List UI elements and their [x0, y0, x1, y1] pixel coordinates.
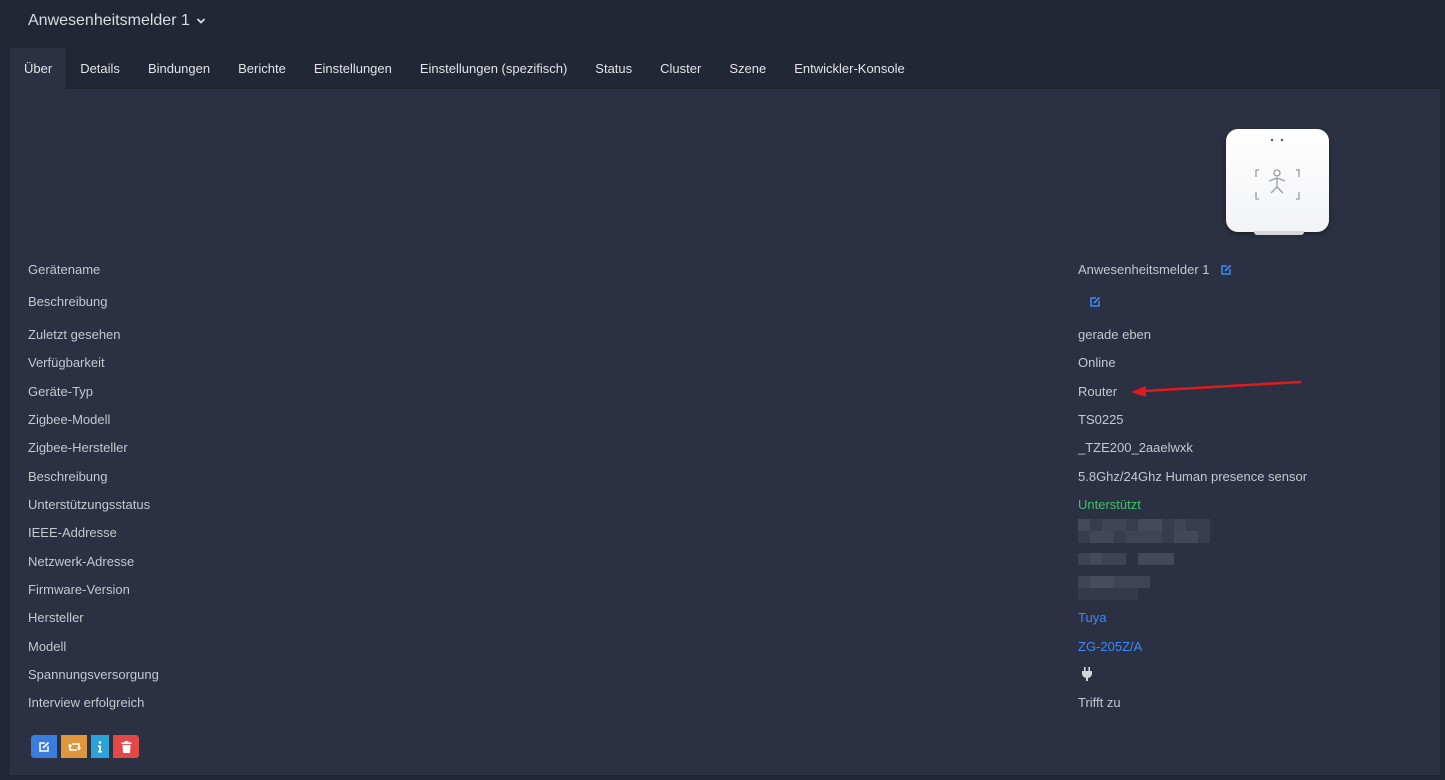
tab-dev-console[interactable]: Entwickler-Konsole: [780, 48, 919, 89]
trash-icon: [121, 740, 131, 753]
chevron-down-icon: [196, 18, 206, 24]
row-value: 5.8Ghz/24Ghz Human presence sensor: [1078, 469, 1308, 484]
tab-reports[interactable]: Berichte: [224, 48, 300, 89]
row-label: Beschreibung: [28, 294, 108, 309]
row-label: Zuletzt gesehen: [28, 327, 121, 342]
edit-icon[interactable]: [1220, 264, 1232, 276]
tab-cluster[interactable]: Cluster: [646, 48, 715, 89]
top-bar: Anwesenheitsmelder 1: [0, 0, 1445, 46]
row-label: Geräte-Typ: [28, 384, 94, 399]
plug-icon: [1082, 667, 1092, 681]
tab-status[interactable]: Status: [581, 48, 646, 89]
tab-settings[interactable]: Einstellungen: [300, 48, 406, 89]
delete-button[interactable]: [113, 735, 139, 758]
device-image-foot: [1254, 231, 1304, 235]
row-value: [1089, 296, 1101, 308]
model-link[interactable]: ZG-205Z/A: [1078, 639, 1142, 654]
redacted-value: [1078, 576, 1150, 600]
row-label: Unterstützungsstatus: [28, 497, 151, 512]
tab-scene[interactable]: Szene: [715, 48, 780, 89]
row-label: Zigbee-Hersteller: [28, 440, 128, 455]
edit-icon[interactable]: [1089, 296, 1101, 308]
tab-bar: Über Details Bindungen Berichte Einstell…: [10, 48, 1440, 89]
device-selector[interactable]: Anwesenheitsmelder 1: [28, 12, 206, 30]
tab-details[interactable]: Details: [66, 48, 134, 89]
row-value: Trifft zu: [1078, 695, 1121, 710]
row-label: IEEE-Addresse: [28, 525, 117, 540]
swap-icon: [67, 742, 81, 751]
edit-icon: [39, 741, 50, 752]
redacted-blur: [1078, 576, 1150, 600]
device-image: [1226, 129, 1329, 235]
row-label: Interview erfolgreich: [28, 695, 145, 710]
row-value: Router: [1078, 384, 1118, 399]
tab-settings-specific[interactable]: Einstellungen (spezifisch): [406, 48, 581, 89]
redacted-value: [1078, 553, 1174, 565]
row-value: TS0225: [1078, 412, 1124, 427]
row-label: Zigbee-Modell: [28, 412, 111, 427]
row-label: Netzwerk-Adresse: [28, 554, 135, 569]
row-value: _TZE200_2aaelwxk: [1078, 440, 1193, 455]
row-value: Unterstützt: [1078, 497, 1141, 512]
redacted-blur: [1078, 553, 1174, 565]
row-label: Hersteller: [28, 610, 84, 625]
row-label: Firmware-Version: [28, 582, 130, 597]
row-label: Spannungsversorgung: [28, 667, 159, 682]
row-label: Beschreibung: [28, 469, 108, 484]
manufacturer-link[interactable]: Tuya: [1078, 610, 1106, 625]
rename-button[interactable]: [31, 735, 57, 758]
row-label: Verfügbarkeit: [28, 355, 105, 370]
about-panel: Gerätename Anwesenheitsmelder 1 Beschrei…: [10, 89, 1440, 775]
row-label: Gerätename: [28, 262, 101, 277]
reconfigure-button[interactable]: [61, 735, 87, 758]
interview-button[interactable]: [91, 735, 109, 758]
row-value: [1081, 667, 1093, 681]
row-label: Modell: [28, 639, 67, 654]
presence-sensor-icon: [1255, 138, 1300, 200]
redacted-value: [1078, 519, 1210, 543]
row-value: gerade eben: [1078, 327, 1152, 342]
redacted-blur: [1078, 519, 1210, 543]
info-icon: [98, 740, 102, 752]
row-value: Anwesenheitsmelder 1: [1078, 262, 1232, 277]
device-name-value: Anwesenheitsmelder 1: [1078, 262, 1210, 277]
device-actions: [31, 735, 139, 758]
tab-bindings[interactable]: Bindungen: [134, 48, 224, 89]
row-value: Online: [1078, 355, 1116, 370]
tab-about[interactable]: Über: [10, 48, 67, 89]
device-title: Anwesenheitsmelder 1: [28, 12, 190, 29]
